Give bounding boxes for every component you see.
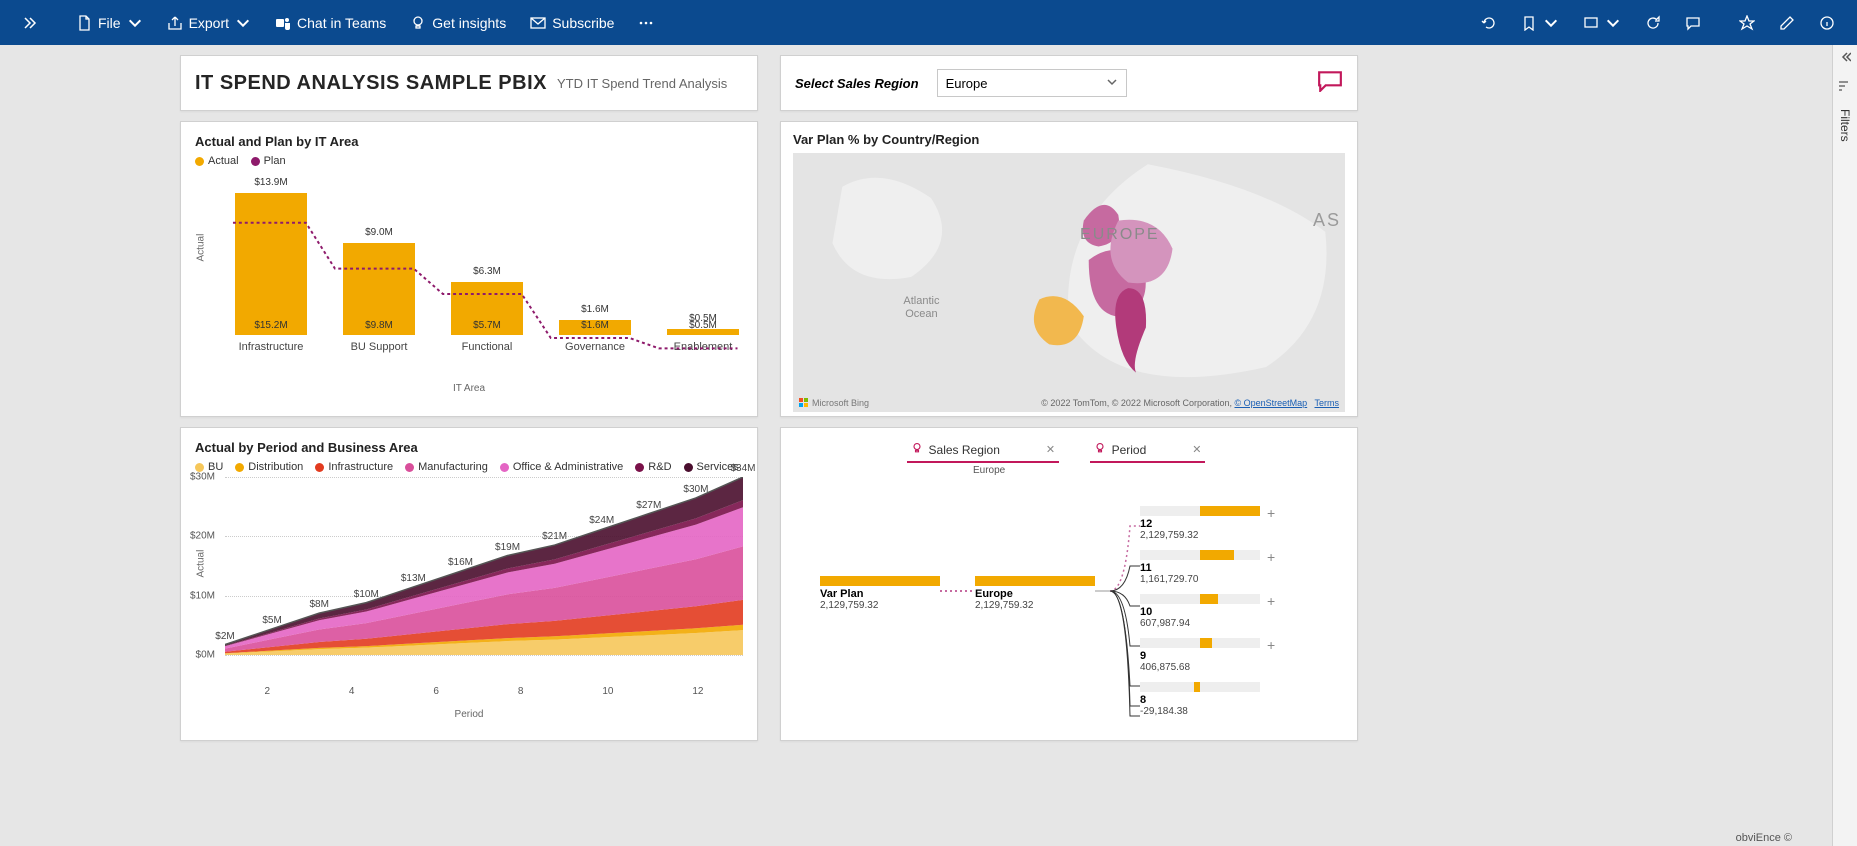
mail-icon bbox=[530, 15, 546, 31]
area-chart-title: Actual by Period and Business Area bbox=[195, 440, 743, 455]
slicer-tile: Select Sales Region Europe bbox=[780, 55, 1358, 111]
decomp-tree-tile[interactable]: Sales Region ✕ Period ✕ Europe bbox=[780, 427, 1358, 741]
info-button[interactable] bbox=[1809, 9, 1845, 37]
bar-chart-legend: Actual Plan bbox=[195, 155, 743, 167]
comment-icon bbox=[1685, 15, 1701, 31]
expand-filters-icon[interactable] bbox=[1839, 51, 1851, 66]
chat-label: Chat in Teams bbox=[297, 15, 386, 31]
title-tile: IT SPEND ANALYSIS SAMPLE PBIX YTD IT Spe… bbox=[180, 55, 758, 111]
teams-icon bbox=[275, 15, 291, 31]
tree-root[interactable]: Var Plan 2,129,759.32 bbox=[820, 576, 940, 611]
chevron-down-icon bbox=[1543, 15, 1559, 31]
map-label-europe: EUROPE bbox=[1080, 226, 1160, 244]
bar-enablement[interactable]: $0.5M $0.5M Enablement bbox=[663, 329, 743, 353]
tree-node-europe[interactable]: Europe 2,129,759.32 bbox=[975, 576, 1095, 611]
bar-ylabel: Actual bbox=[196, 234, 207, 262]
refresh-icon bbox=[1645, 15, 1661, 31]
top-ribbon: File Export Chat in Teams Get insight bbox=[0, 0, 1857, 45]
info-icon bbox=[1819, 15, 1835, 31]
expand-node-icon[interactable]: + bbox=[1267, 637, 1275, 653]
sales-region-dropdown[interactable]: Europe bbox=[937, 69, 1127, 97]
dim-sub: Europe bbox=[973, 465, 1343, 476]
insights-label: Get insights bbox=[432, 15, 506, 31]
chevron-double-right-icon bbox=[22, 15, 38, 31]
osm-link[interactable]: © OpenStreetMap bbox=[1234, 398, 1307, 408]
dim-pill-period[interactable]: Period ✕ bbox=[1090, 440, 1206, 463]
comments-button[interactable] bbox=[1675, 9, 1711, 37]
area-ylabel: Actual bbox=[196, 550, 207, 578]
area-chart-tile[interactable]: Actual by Period and Business Area BUDis… bbox=[180, 427, 758, 741]
chevron-down-icon bbox=[1605, 15, 1621, 31]
more-options-button[interactable] bbox=[628, 9, 664, 37]
chevron-down-icon bbox=[1106, 76, 1118, 91]
qna-button[interactable] bbox=[1317, 70, 1343, 97]
reset-icon bbox=[1481, 15, 1497, 31]
map-bing-logo: Microsoft Bing bbox=[799, 398, 869, 408]
filters-icon bbox=[1838, 80, 1852, 95]
expand-node-icon[interactable]: + bbox=[1267, 593, 1275, 609]
get-insights-button[interactable]: Get insights bbox=[400, 9, 516, 37]
map-visual[interactable]: EUROPE Atlantic Ocean AS Microsoft Bing … bbox=[793, 153, 1345, 412]
filters-label[interactable]: Filters bbox=[1838, 109, 1852, 142]
favorite-button[interactable] bbox=[1729, 9, 1765, 37]
export-label: Export bbox=[189, 15, 229, 31]
chat-in-teams-button[interactable]: Chat in Teams bbox=[265, 9, 396, 37]
bookmark-icon bbox=[1521, 15, 1537, 31]
bar-infrastructure[interactable]: $13.9M $15.2M Infrastructure bbox=[231, 193, 311, 354]
bar-chart-title: Actual and Plan by IT Area bbox=[195, 134, 743, 149]
map-tile[interactable]: Var Plan % by Country/Region EUROPE Atla… bbox=[780, 121, 1358, 417]
report-title: IT SPEND ANALYSIS SAMPLE PBIX bbox=[195, 72, 547, 95]
bar-functional[interactable]: $6.3M $5.7M Functional bbox=[447, 282, 527, 353]
bar-chart-tile[interactable]: Actual and Plan by IT Area Actual Plan A… bbox=[180, 121, 758, 417]
reset-button[interactable] bbox=[1471, 9, 1507, 37]
report-subtitle: YTD IT Spend Trend Analysis bbox=[557, 76, 727, 91]
lightbulb-icon bbox=[1094, 442, 1106, 457]
chevron-down-icon bbox=[127, 15, 143, 31]
file-icon bbox=[76, 15, 92, 31]
export-menu[interactable]: Export bbox=[157, 9, 261, 37]
bar-bu-support[interactable]: $9.0M $9.8M BU Support bbox=[339, 243, 419, 353]
subscribe-label: Subscribe bbox=[552, 15, 614, 31]
view-icon bbox=[1583, 15, 1599, 31]
dim-pill-sales-region[interactable]: Sales Region ✕ bbox=[907, 440, 1060, 463]
expand-ribbon-button[interactable] bbox=[12, 9, 48, 37]
tree-node-11[interactable]: 11 1,161,729.70 bbox=[1140, 550, 1260, 585]
map-label-ocean: Atlantic Ocean bbox=[903, 295, 939, 319]
area-chart-legend: BUDistributionInfrastructureManufacturin… bbox=[195, 461, 743, 473]
view-menu[interactable] bbox=[1573, 9, 1631, 37]
remove-dim-icon[interactable]: ✕ bbox=[1192, 443, 1201, 456]
terms-link[interactable]: Terms bbox=[1315, 398, 1340, 408]
lightbulb-icon bbox=[911, 442, 923, 457]
chevron-down-icon bbox=[235, 15, 251, 31]
expand-node-icon[interactable]: + bbox=[1267, 549, 1275, 565]
file-menu[interactable]: File bbox=[66, 9, 153, 37]
area-xlabel: Period bbox=[195, 709, 743, 720]
tree-node-10[interactable]: 10 607,987.94 bbox=[1140, 594, 1260, 629]
ellipsis-icon bbox=[638, 15, 654, 31]
lightbulb-icon bbox=[410, 15, 426, 31]
map-label-as: AS bbox=[1313, 210, 1341, 231]
expand-node-icon[interactable]: + bbox=[1267, 505, 1275, 521]
refresh-button[interactable] bbox=[1635, 9, 1671, 37]
bookmarks-menu[interactable] bbox=[1511, 9, 1569, 37]
bar-xlabel: IT Area bbox=[195, 383, 743, 394]
tree-node-12[interactable]: 12 2,129,759.32 bbox=[1140, 506, 1260, 541]
star-icon bbox=[1739, 15, 1755, 31]
subscribe-button[interactable]: Subscribe bbox=[520, 9, 624, 37]
report-canvas: IT SPEND ANALYSIS SAMPLE PBIX YTD IT Spe… bbox=[0, 45, 1832, 846]
map-credits: © 2022 TomTom, © 2022 Microsoft Corporat… bbox=[1041, 398, 1339, 408]
slicer-label: Select Sales Region bbox=[795, 76, 919, 91]
dropdown-value: Europe bbox=[946, 76, 988, 91]
filters-pane-collapsed[interactable]: Filters bbox=[1832, 45, 1857, 846]
export-icon bbox=[167, 15, 183, 31]
bar-governance[interactable]: $1.6M $1.6M Governance bbox=[555, 320, 635, 353]
file-label: File bbox=[98, 15, 121, 31]
edit-button[interactable] bbox=[1769, 9, 1805, 37]
remove-dim-icon[interactable]: ✕ bbox=[1046, 443, 1055, 456]
map-title: Var Plan % by Country/Region bbox=[793, 132, 1345, 147]
pencil-icon bbox=[1779, 15, 1795, 31]
footer-credit: obviEnce © bbox=[1736, 832, 1792, 844]
tree-node-9[interactable]: 9 406,875.68 bbox=[1140, 638, 1260, 673]
tree-node-8[interactable]: 8 -29,184.38 bbox=[1140, 682, 1260, 717]
